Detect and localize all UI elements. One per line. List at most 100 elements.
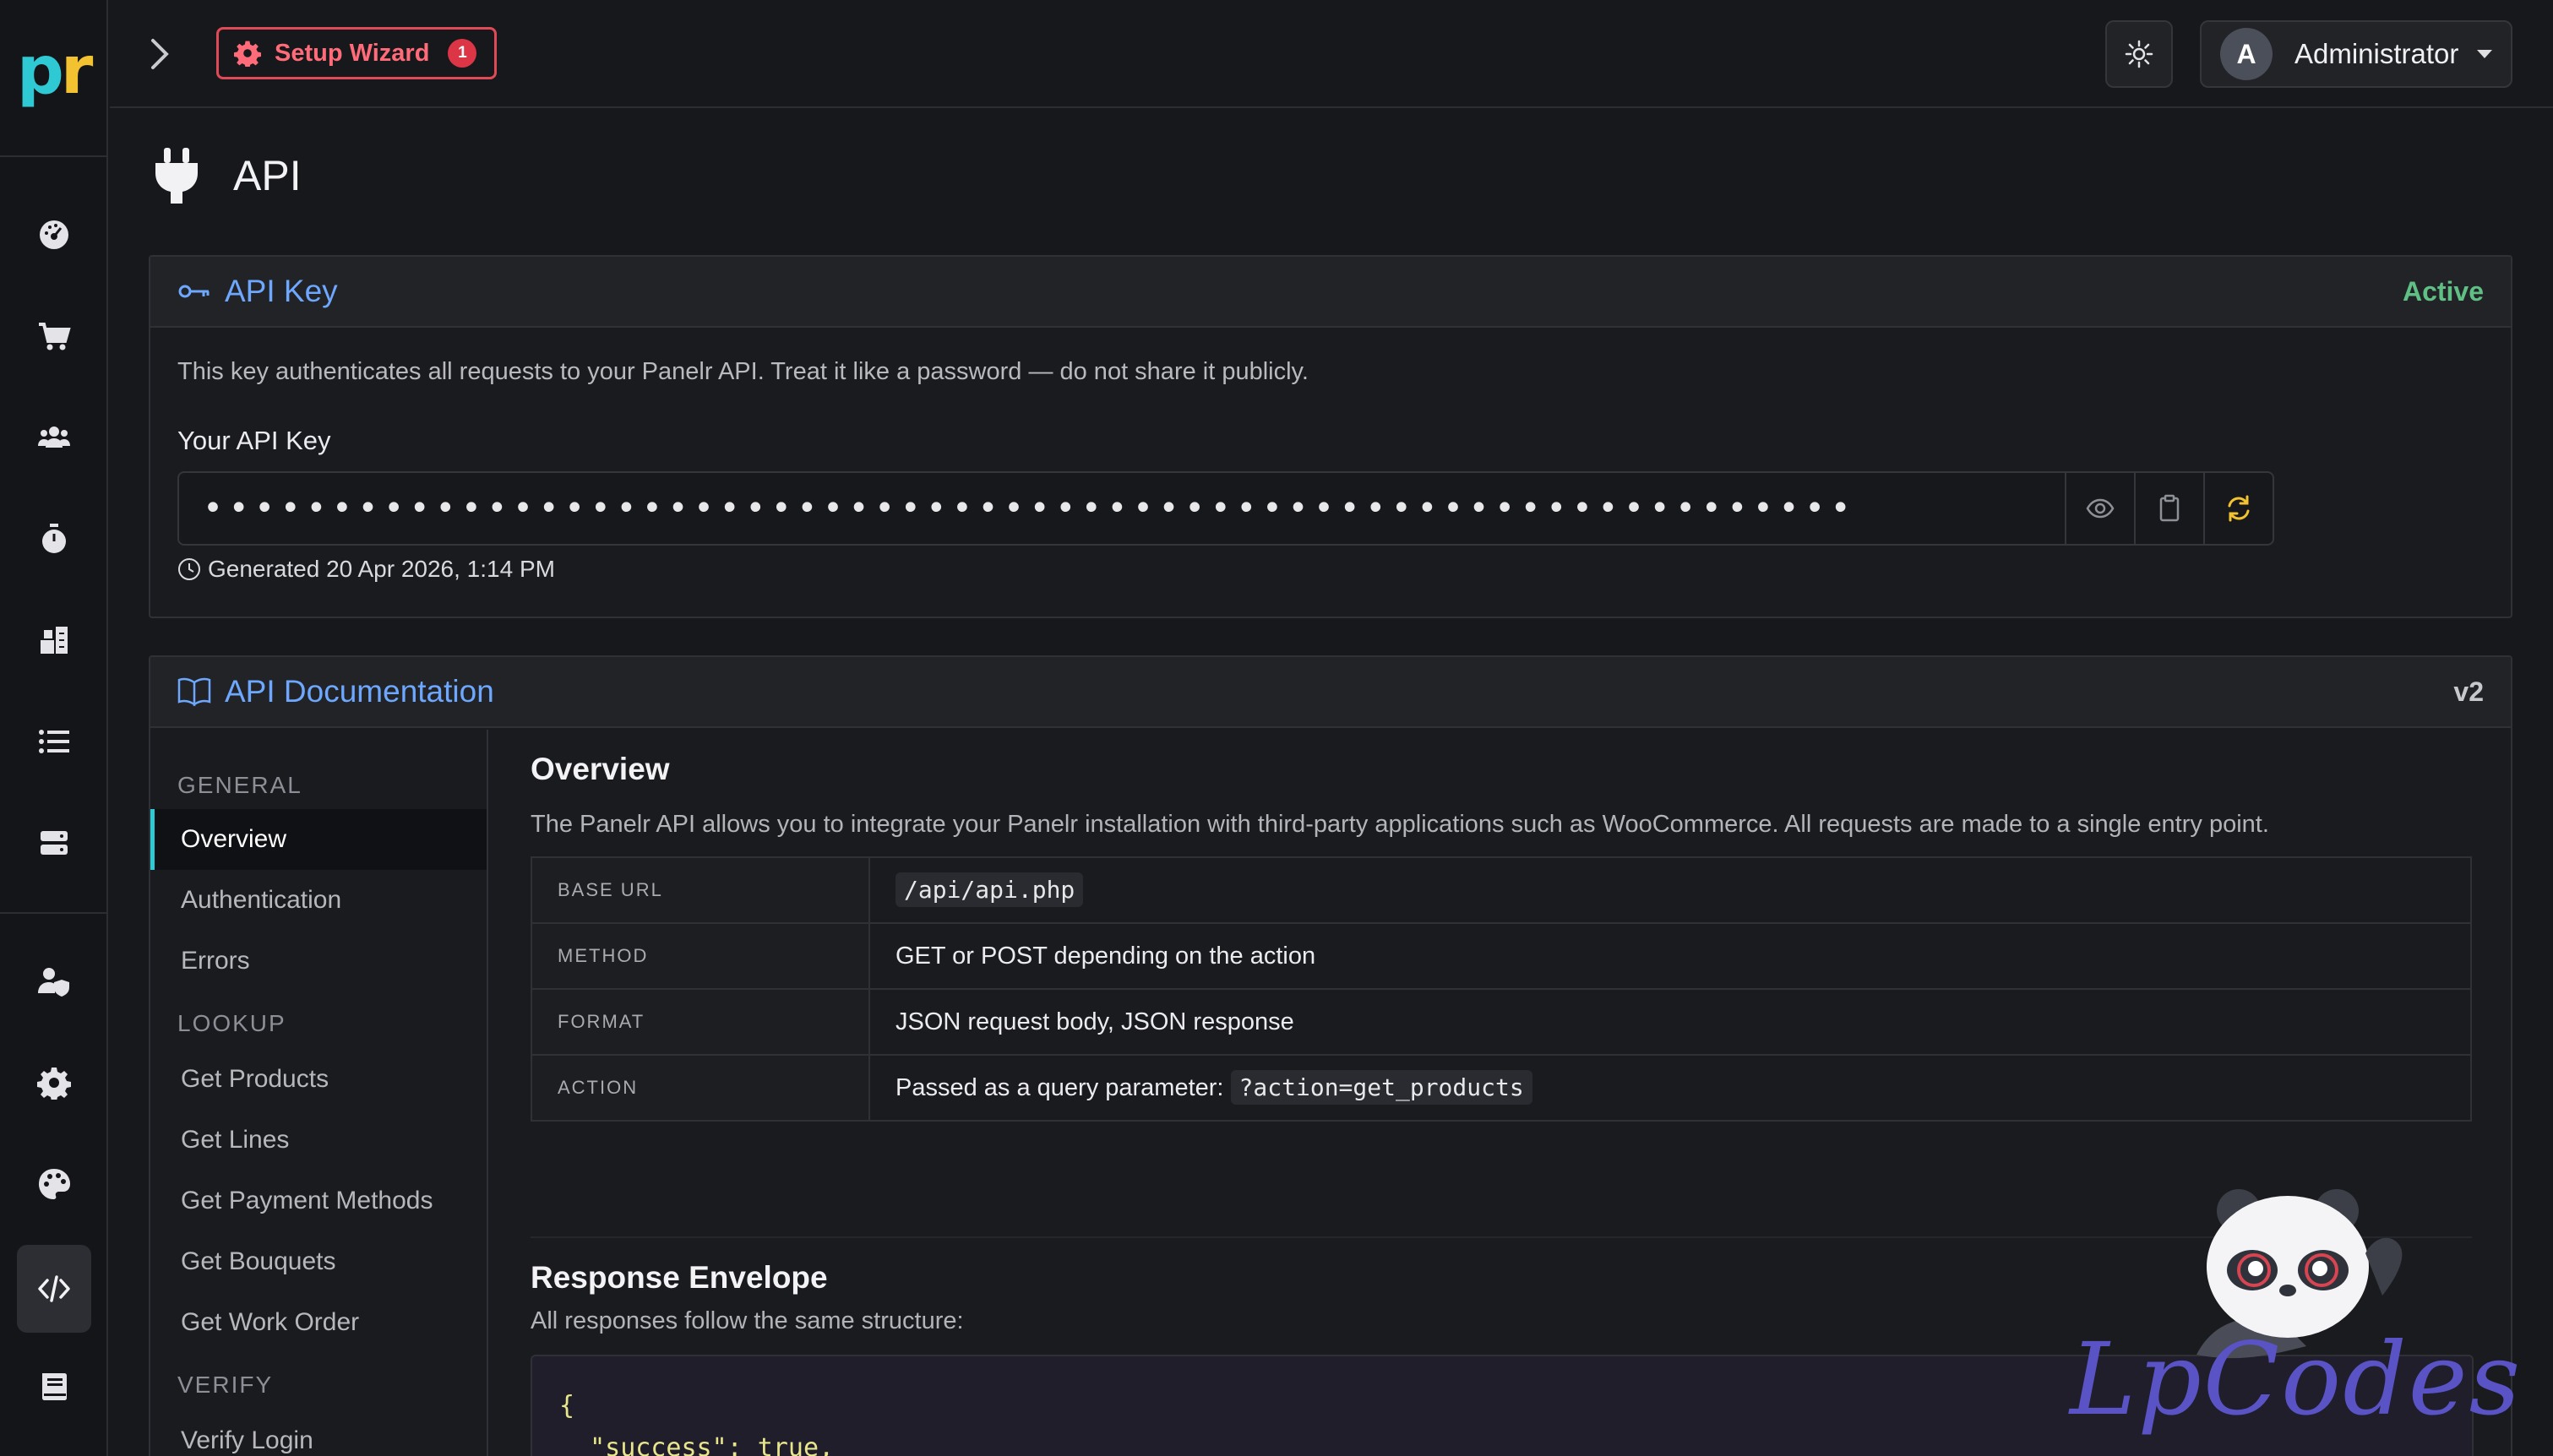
overview-text: The Panelr API allows you to integrate y… xyxy=(531,811,2269,838)
row-key: ACTION xyxy=(531,1054,870,1122)
user-shield-icon xyxy=(38,968,69,997)
refresh-icon xyxy=(2228,495,2250,522)
generated-text: Generated 20 Apr 2026, 1:14 PM xyxy=(208,556,555,582)
sidebar-item-settings[interactable] xyxy=(17,1039,91,1127)
api-key-card-header: API Key Active xyxy=(150,257,2511,328)
row-value: JSON request body, JSON response xyxy=(868,988,2472,1056)
user-menu-button[interactable]: A Administrator xyxy=(2200,20,2512,88)
envelope-text: All responses follow the same structure: xyxy=(531,1307,964,1334)
table-row: METHOD GET or POST depending on the acti… xyxy=(531,922,2472,990)
users-icon xyxy=(38,426,70,448)
api-version: v2 xyxy=(2453,676,2484,707)
api-key-description: This key authenticates all requests to y… xyxy=(177,358,1309,385)
watermark-text: LpCodes xyxy=(2070,1321,2523,1437)
app-root: pr Setup Wizard 1 A Administrator API AP… xyxy=(0,0,2553,1456)
user-name: Administrator xyxy=(2294,38,2459,69)
overview-table: BASE URL /api/api.php METHOD GET or POST… xyxy=(531,856,2472,1122)
cart-icon xyxy=(39,323,71,350)
nav-group-general: GENERAL xyxy=(177,772,302,798)
nav-item-errors[interactable]: Errors xyxy=(150,931,487,991)
key-icon xyxy=(178,285,210,298)
sidebar-item-customers[interactable] xyxy=(17,394,91,481)
nav-item-get-lines[interactable]: Get Lines xyxy=(150,1110,487,1171)
server-icon xyxy=(41,831,68,855)
sidebar-item-user-admin[interactable] xyxy=(17,937,91,1025)
row-key: METHOD xyxy=(531,922,870,990)
envelope-heading: Response Envelope xyxy=(531,1260,828,1295)
clipboard-icon xyxy=(2159,494,2180,522)
gear-icon xyxy=(37,1068,71,1100)
nav-item-authentication[interactable]: Authentication xyxy=(150,870,487,931)
nav-item-get-bouquets[interactable]: Get Bouquets xyxy=(150,1231,487,1292)
overview-heading: Overview xyxy=(531,752,670,786)
regenerate-key-button[interactable] xyxy=(2203,473,2273,544)
nav-group-lookup: LOOKUP xyxy=(177,1010,286,1036)
api-docs-title: API Documentation xyxy=(225,674,494,709)
row-key: FORMAT xyxy=(531,988,870,1056)
sidebar-item-timers[interactable] xyxy=(17,495,91,583)
sidebar-item-api[interactable] xyxy=(17,1245,91,1333)
nav-item-get-products[interactable]: Get Products xyxy=(150,1049,487,1110)
gear-icon xyxy=(234,41,261,67)
row-value: GET or POST depending on the action xyxy=(868,922,2472,990)
topbar: Setup Wizard 1 A Administrator xyxy=(110,0,2553,108)
action-code: ?action=get_products xyxy=(1230,1070,1532,1105)
api-key-field[interactable]: ••••••••••••••••••••••••••••••••••••••••… xyxy=(177,471,2274,546)
sidebar-item-lists[interactable] xyxy=(17,698,91,785)
row-value: Passed as a query parameter: ?action=get… xyxy=(868,1054,2472,1122)
api-docs-card-header: API Documentation v2 xyxy=(150,657,2511,728)
reveal-key-button[interactable] xyxy=(2065,473,2134,544)
table-row: FORMAT JSON request body, JSON response xyxy=(531,988,2472,1056)
palette-icon xyxy=(39,1169,70,1199)
page-header: API xyxy=(152,142,302,209)
theme-toggle-button[interactable] xyxy=(2105,20,2173,88)
api-key-value: ••••••••••••••••••••••••••••••••••••••••… xyxy=(203,489,1857,528)
docs-nav: GENERAL Overview Authentication Errors L… xyxy=(150,730,488,1456)
base-url-code: /api/api.php xyxy=(895,872,1084,907)
copy-key-button[interactable] xyxy=(2134,473,2203,544)
nav-item-get-work-order[interactable]: Get Work Order xyxy=(150,1292,487,1353)
sidebar-divider xyxy=(0,912,108,914)
nav-item-get-payment-methods[interactable]: Get Payment Methods xyxy=(150,1171,487,1231)
sidebar-item-dashboard[interactable] xyxy=(17,191,91,279)
code-icon xyxy=(38,1275,70,1302)
watermark: LpCodes xyxy=(2061,1186,2534,1456)
list-icon xyxy=(39,730,69,753)
setup-wizard-label: Setup Wizard xyxy=(275,39,430,67)
avatar: A xyxy=(2220,28,2273,80)
sidebar-item-docs[interactable] xyxy=(17,1343,91,1431)
api-key-label: Your API Key xyxy=(177,426,331,455)
sidebar-item-stock[interactable] xyxy=(17,596,91,684)
book-open-icon xyxy=(177,677,211,707)
eye-icon xyxy=(2086,498,2115,519)
stopwatch-icon xyxy=(42,524,66,553)
generated-timestamp: Generated 20 Apr 2026, 1:14 PM xyxy=(177,556,555,583)
plug-icon xyxy=(155,148,198,204)
caret-down-icon xyxy=(2477,50,2493,58)
setup-wizard-button[interactable]: Setup Wizard 1 xyxy=(216,27,497,79)
sidebar-item-theme[interactable] xyxy=(17,1140,91,1228)
sidebar: pr xyxy=(0,0,108,1456)
sidebar-item-servers[interactable] xyxy=(17,799,91,887)
nav-item-overview[interactable]: Overview xyxy=(150,809,487,870)
table-row: ACTION Passed as a query parameter: ?act… xyxy=(531,1054,2472,1122)
clock-icon xyxy=(178,558,200,580)
row-value: /api/api.php xyxy=(868,856,2472,924)
action-prefix: Passed as a query parameter: xyxy=(895,1074,1224,1101)
app-logo[interactable]: pr xyxy=(17,37,93,105)
sidebar-divider xyxy=(0,155,108,157)
api-key-card: API Key Active This key authenticates al… xyxy=(149,255,2512,618)
row-key: BASE URL xyxy=(531,856,870,924)
nav-item-verify-login[interactable]: Verify Login xyxy=(150,1410,487,1456)
chevron-right-icon xyxy=(151,39,169,69)
gauge-icon xyxy=(40,220,68,249)
sidebar-item-orders[interactable] xyxy=(17,292,91,380)
sidebar-toggle-button[interactable] xyxy=(135,30,182,78)
boxes-icon xyxy=(41,627,68,654)
nav-group-verify: VERIFY xyxy=(177,1372,274,1398)
setup-wizard-badge: 1 xyxy=(448,39,477,68)
page-title: API xyxy=(233,152,302,199)
sun-icon xyxy=(2125,40,2153,68)
status-badge: Active xyxy=(2402,275,2484,307)
api-key-title: API Key xyxy=(225,274,338,308)
